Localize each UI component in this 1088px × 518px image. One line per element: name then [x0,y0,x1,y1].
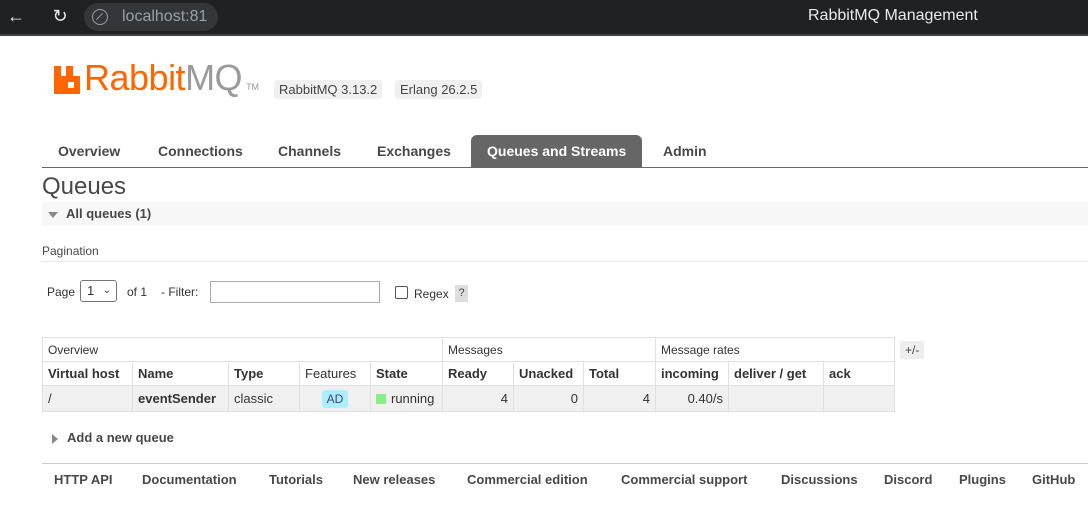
all-queues-label: All queues (1) [66,206,152,221]
tab-channels[interactable]: Channels [262,135,357,167]
collapse-triangle-icon [48,211,58,218]
state-label: running [391,391,435,406]
features-badge: AD [321,389,349,408]
pagination-divider [42,261,1088,262]
cell-state: running [370,385,443,412]
logo-text-rabbit: Rabbit [84,57,186,98]
app-header: Rabbit MQ TM RabbitMQ 3.13.2 Erlang 26.2… [0,36,1088,132]
cell-virtual-host: / [42,385,133,412]
queue-name-link[interactable]: eventSender [132,385,229,412]
filter-label: - Filter: [161,285,199,299]
group-message-rates: Message rates [655,337,895,362]
col-ready[interactable]: Ready [442,361,514,386]
footer-link-plugins[interactable]: Plugins [959,472,1006,487]
cell-deliver-get [728,385,824,412]
cell-total: 4 [583,385,656,412]
page-title: Queues [42,173,127,200]
cell-unacked: 0 [513,385,584,412]
column-group-row: Overview Messages Message rates [42,337,895,362]
footer-link-commercial-edition[interactable]: Commercial edition [467,472,588,487]
chevron-down-icon: ⌄ [102,285,111,296]
page-select[interactable]: 1 ⌄ [80,280,117,302]
page-select-value: 1 [87,283,95,298]
state-running-icon [376,393,386,404]
site-info-icon[interactable] [92,9,108,25]
group-messages: Messages [442,337,656,362]
footer-link-discussions[interactable]: Discussions [781,472,858,487]
page-label: Page [47,285,76,299]
queues-table: Overview Messages Message rates Virtual … [42,337,895,412]
reload-icon[interactable]: ↻ [48,4,72,28]
cell-features: AD [299,385,371,412]
columns-toggle-button[interactable]: +/- [900,341,925,359]
rabbitmq-logo[interactable]: Rabbit MQ TM [54,57,260,98]
col-unacked[interactable]: Unacked [513,361,584,386]
tab-queues-and-streams[interactable]: Queues and Streams [471,135,643,167]
footer-link-new-releases[interactable]: New releases [353,472,435,487]
tab-connections[interactable]: Connections [142,135,259,167]
tab-admin[interactable]: Admin [647,135,723,167]
add-queue-label: Add a new queue [67,430,174,445]
logo-trademark: TM [246,82,260,92]
footer-link-documentation[interactable]: Documentation [142,472,237,487]
address-url: localhost:81 [122,8,208,25]
regex-help-button[interactable]: ? [455,285,468,302]
col-deliver-get[interactable]: deliver / get [728,361,824,386]
footer-link-http-api[interactable]: HTTP API [54,472,113,487]
erlang-version-badge: Erlang 26.2.5 [395,80,483,99]
add-new-queue-toggle[interactable]: Add a new queue [52,430,174,445]
col-features: Features [299,361,371,386]
footer-link-discord[interactable]: Discord [884,472,932,487]
col-type[interactable]: Type [228,361,300,386]
col-name[interactable]: Name [132,361,229,386]
footer-link-commercial-support[interactable]: Commercial support [621,472,747,487]
col-ack[interactable]: ack [823,361,895,386]
column-header-row: Virtual host Name Type Features State Re… [42,361,895,386]
col-total[interactable]: Total [583,361,656,386]
all-queues-toggle[interactable]: All queues (1) [42,202,1088,226]
pagination-heading: Pagination [42,244,99,258]
cell-ack [823,385,895,412]
regex-label: Regex [414,287,449,301]
group-overview: Overview [42,337,443,362]
rabbitmq-version-badge: RabbitMQ 3.13.2 [274,80,383,99]
rabbitmq-logo-icon [54,66,80,94]
cell-type: classic [228,385,300,412]
tab-exchanges[interactable]: Exchanges [361,135,467,167]
back-arrow-icon[interactable]: ← [4,4,28,28]
tab-overview[interactable]: Overview [42,135,136,167]
address-bar[interactable]: localhost:81 [84,3,218,31]
col-virtual-host[interactable]: Virtual host [42,361,133,386]
expand-triangle-icon [52,433,58,444]
page-count-label: of 1 [127,285,148,299]
col-incoming[interactable]: incoming [655,361,729,386]
footer-link-github[interactable]: GitHub [1032,472,1075,487]
main-tabs: Overview Connections Channels Exchanges … [42,135,1088,168]
filter-input[interactable] [210,281,380,303]
regex-checkbox[interactable] [395,286,408,299]
col-state[interactable]: State [370,361,443,386]
footer-divider [42,463,1088,464]
cell-ready: 4 [442,385,514,412]
cell-incoming: 0.40/s [655,385,729,412]
table-row[interactable]: / eventSender classic AD running 4 0 4 0… [42,385,895,412]
window-title: RabbitMQ Management [808,7,978,24]
logo-text-mq: MQ [185,57,243,98]
browser-toolbar: ← ↻ localhost:81 RabbitMQ Management [0,0,1088,34]
footer-link-tutorials[interactable]: Tutorials [269,472,323,487]
